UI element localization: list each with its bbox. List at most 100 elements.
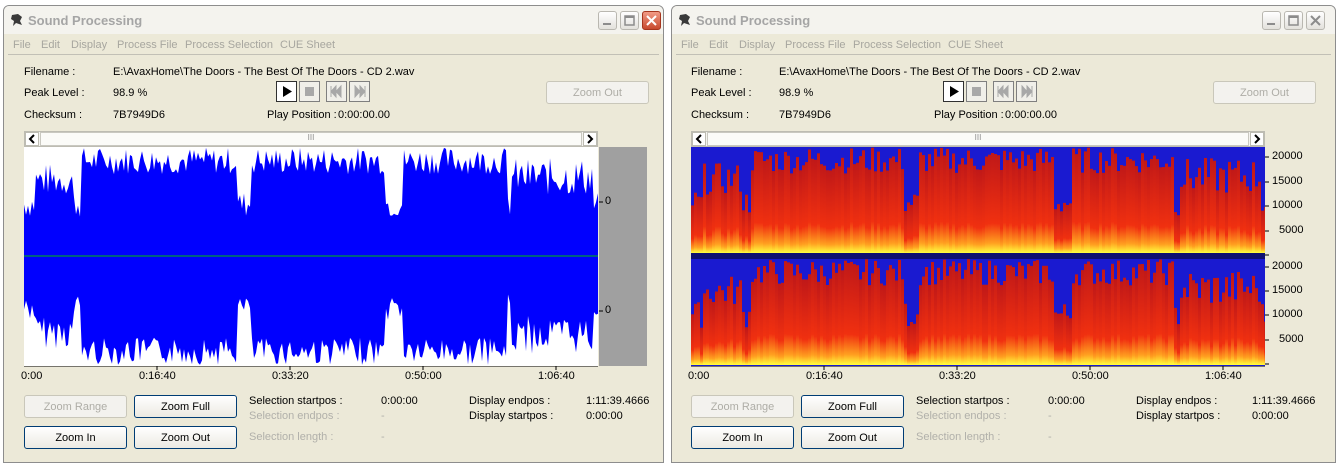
time-axis-label: 0:16:40 — [806, 370, 843, 382]
frequency-tick-label: 15000 — [1272, 175, 1303, 187]
filename-value: E:\AvaxHome\The Doors - The Best Of The … — [779, 66, 1081, 78]
forward-button[interactable] — [1016, 81, 1037, 102]
title-bar[interactable]: Sound Processing — [672, 6, 1335, 34]
menu-edit[interactable]: Edit — [709, 39, 728, 51]
time-axis-label: 0:50:00 — [1072, 370, 1109, 382]
frequency-tick-label: 15000 — [1272, 284, 1303, 296]
time-axis-label: 0:33:20 — [272, 370, 309, 382]
filename-label: Filename : — [24, 66, 76, 78]
menu-display[interactable]: Display — [739, 39, 775, 51]
play-icon — [283, 86, 292, 97]
menu-edit[interactable]: Edit — [41, 39, 60, 51]
scroll-right-button[interactable] — [583, 132, 597, 146]
zoom-full-button[interactable]: Zoom Full — [801, 395, 904, 418]
selection-length-label: Selection length : — [249, 431, 334, 443]
horizontal-scrollbar[interactable]: III — [24, 131, 598, 147]
play-button[interactable] — [943, 81, 964, 102]
frequency-tick-label: 10000 — [1272, 199, 1303, 211]
scroll-left-button[interactable] — [692, 132, 706, 146]
minimize-button[interactable] — [598, 11, 617, 30]
menu-process-selection[interactable]: Process Selection — [853, 39, 941, 51]
selection-startpos-label: Selection startpos : — [249, 395, 343, 407]
spectrogram-channel-2 — [691, 259, 1265, 365]
menu-process-file[interactable]: Process File — [785, 39, 846, 51]
play-button[interactable] — [276, 81, 297, 102]
peak-level-value: 98.9 % — [779, 87, 814, 99]
time-axis-label: 1:06:40 — [1205, 370, 1242, 382]
selection-length-label: Selection length : — [916, 431, 1001, 443]
rewind-icon — [330, 84, 342, 99]
app-icon — [679, 14, 690, 26]
spectrogram-display[interactable] — [691, 147, 1265, 366]
zoom-out-button[interactable]: Zoom Out — [134, 426, 237, 449]
horizontal-scrollbar[interactable]: III — [691, 131, 1265, 147]
maximize-button[interactable] — [620, 11, 639, 30]
channel-scale: 0 0 — [599, 147, 647, 366]
zoom-out-button[interactable]: Zoom Out — [801, 426, 904, 449]
filename-label: Filename : — [691, 66, 743, 78]
menu-file[interactable]: File — [13, 39, 31, 51]
display-startpos-label: Display startpos : — [1136, 410, 1221, 422]
menu-process-file[interactable]: Process File — [117, 39, 178, 51]
menu-cue-sheet[interactable]: CUE Sheet — [280, 39, 335, 51]
frequency-tick-label: 5000 — [1279, 224, 1304, 236]
scroll-right-button[interactable] — [1250, 132, 1264, 146]
waveform-channel-2 — [24, 256, 598, 365]
display-endpos-label: Display endpos : — [1136, 395, 1218, 407]
zoom-out-top-button[interactable]: Zoom Out — [1213, 81, 1316, 104]
menu-file[interactable]: File — [681, 39, 699, 51]
title-bar[interactable]: Sound Processing — [4, 6, 663, 34]
frequency-tick-label: 10000 — [1272, 308, 1303, 320]
zoom-range-button[interactable]: Zoom Range — [24, 395, 127, 418]
forward-button[interactable] — [349, 81, 370, 102]
play-position-value: 0:00:00.00 — [338, 109, 390, 121]
menu-display[interactable]: Display — [71, 39, 107, 51]
frequency-scale: 20000 15000 10000 5000 20000 15000 10000… — [1265, 147, 1331, 366]
window-title: Sound Processing — [28, 13, 143, 28]
selection-endpos-label: Selection endpos : — [916, 410, 1007, 422]
close-button[interactable] — [642, 11, 661, 30]
scroll-thumb[interactable]: III — [707, 132, 1249, 146]
stop-icon — [305, 87, 314, 96]
rewind-button[interactable] — [993, 81, 1014, 102]
close-button[interactable] — [1306, 11, 1325, 30]
forward-icon — [1021, 84, 1033, 99]
scroll-thumb[interactable]: III — [40, 132, 582, 146]
waveform-display[interactable] — [24, 147, 598, 366]
chevron-left-icon — [28, 134, 35, 144]
rewind-button[interactable] — [326, 81, 347, 102]
minimize-button[interactable] — [1262, 11, 1281, 30]
menu-cue-sheet[interactable]: CUE Sheet — [948, 39, 1003, 51]
play-position-label: Play Position : — [267, 109, 337, 121]
play-position-value: 0:00:00.00 — [1005, 109, 1057, 121]
time-axis-label: 0:50:00 — [405, 370, 442, 382]
menu-bar: File Edit Display Process File Process S… — [4, 36, 663, 56]
peak-level-label: Peak Level : — [691, 87, 752, 99]
scroll-left-button[interactable] — [25, 132, 39, 146]
display-startpos-label: Display startpos : — [469, 410, 554, 422]
minimize-icon — [603, 23, 611, 25]
stop-button[interactable] — [299, 81, 320, 102]
chevron-left-icon — [695, 134, 702, 144]
close-icon — [646, 15, 657, 26]
zoom-out-top-button[interactable]: Zoom Out — [546, 81, 649, 104]
maximize-button[interactable] — [1284, 11, 1303, 30]
zoom-full-button[interactable]: Zoom Full — [134, 395, 237, 418]
channel-separator — [691, 253, 1265, 259]
stop-icon — [972, 87, 981, 96]
time-axis-label: 0:00 — [21, 370, 43, 382]
waveform-channel-1 — [24, 147, 598, 256]
close-icon — [1310, 15, 1321, 26]
zoom-range-button[interactable]: Zoom Range — [691, 395, 794, 418]
minimize-icon — [1267, 23, 1275, 25]
stop-button[interactable] — [966, 81, 987, 102]
time-axis-label: 0:16:40 — [139, 370, 176, 382]
selection-startpos-label: Selection startpos : — [916, 395, 1010, 407]
display-endpos-value: 1:11:39.4666 — [586, 395, 650, 407]
menu-bar: File Edit Display Process File Process S… — [672, 36, 1335, 56]
menu-process-selection[interactable]: Process Selection — [185, 39, 273, 51]
zoom-in-button[interactable]: Zoom In — [691, 426, 794, 449]
zoom-in-button[interactable]: Zoom In — [24, 426, 127, 449]
rewind-icon — [997, 84, 1009, 99]
waveform-graphic — [24, 147, 598, 365]
